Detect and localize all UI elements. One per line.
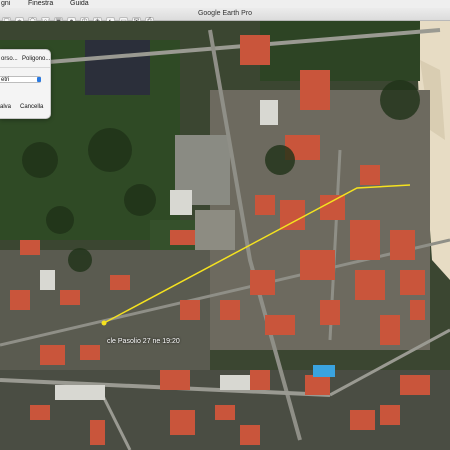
satellite-imagery — [0, 21, 450, 450]
menu-item-help[interactable]: Guida — [70, 0, 89, 8]
satellite-map-view[interactable]: cle Pasolio 27 ne 19:20 — [0, 21, 450, 450]
measure-label: cle Pasolio 27 ne 19:20 — [107, 338, 180, 345]
divider — [0, 67, 50, 68]
unit-select[interactable]: etri — [0, 76, 41, 83]
menu-item-window[interactable]: Finestra — [28, 0, 53, 8]
cancel-button[interactable]: Cancella — [20, 104, 43, 111]
menu-item[interactable]: gni — [1, 0, 10, 8]
window-titlebar: Google Earth Pro ▢ ⌖ ⬠ 〰 ▣ ● ◷ ☀ ◐ ▭ ✉ ⎙ — [0, 8, 450, 26]
chevron-down-icon[interactable] — [37, 77, 41, 82]
ruler-dialog: orso... Poligono... etri alva Cancella — [0, 49, 51, 119]
tab-polygon[interactable]: Poligono... — [22, 56, 50, 62]
save-button[interactable]: alva — [0, 104, 14, 111]
tab-line[interactable]: orso... — [1, 56, 18, 62]
